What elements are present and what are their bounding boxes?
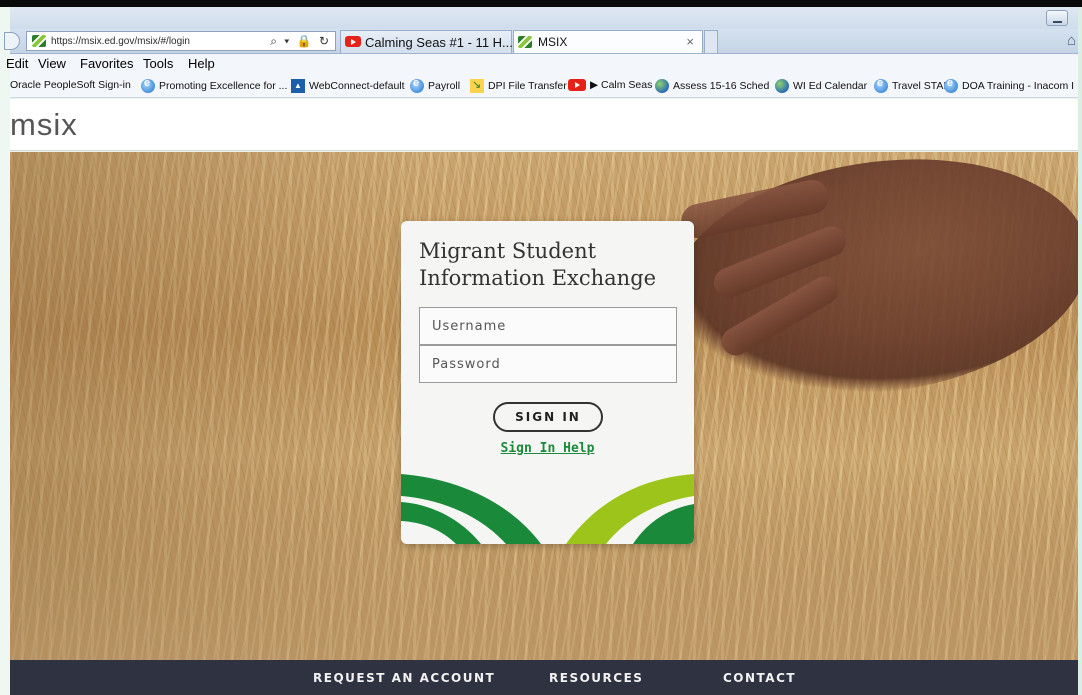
site-footer: REQUEST AN ACCOUNT RESOURCES CONTACT [10,660,1078,695]
password-field[interactable] [419,345,677,383]
username-field[interactable] [419,307,677,345]
tab-bar: https://msix.ed.gov/msix/#/login ⌕ ▾ 🔒 ↻… [4,29,1078,54]
favorite-label: Assess 15-16 Sched [673,80,770,92]
screen-right-edge [1078,7,1082,695]
favorite-label: Payroll [428,80,461,92]
dpi-icon [470,78,484,93]
home-icon[interactable]: ⌂ [1067,32,1076,49]
msix-favicon [518,36,532,48]
password-input[interactable] [420,346,676,382]
ie-icon [874,77,888,93]
favorite-label: ▶ Calm Seas [590,79,653,91]
globe-icon [775,79,789,93]
favorite-label: WebConnect-default [309,80,405,92]
username-input[interactable] [420,308,676,344]
favorite-label: DPI File Transfer [488,80,567,92]
youtube-icon [568,79,586,91]
favorite-item[interactable]: Promoting Excellence for ... [141,77,288,93]
address-bar-icons[interactable]: ⌕ ▾ 🔒 ↻ [270,34,331,49]
favorite-item[interactable]: WI Ed Calendar [775,79,867,93]
youtube-icon [345,36,361,47]
address-url: https://msix.ed.gov/msix/#/login [51,36,190,47]
contact-link[interactable]: CONTACT [723,671,796,685]
login-title: Migrant Student Information Exchange [419,239,657,290]
minimize-button[interactable] [1046,10,1068,26]
sign-in-button[interactable]: SIGN IN [493,402,603,432]
ie-icon [141,77,155,93]
menu-tools[interactable]: Tools [143,56,173,71]
kiosk-icon: ▲ [291,79,305,93]
screen-left-edge [0,7,10,695]
globe-icon [655,79,669,93]
favorite-label: WI Ed Calendar [793,80,868,92]
new-tab-button[interactable] [704,30,718,53]
menu-help[interactable]: Help [188,56,215,71]
login-card: Migrant Student Information Exchange SIG… [401,221,694,544]
favorite-item[interactable]: ▶ Calm Seas [568,79,652,91]
msix-arcs-graphic [401,474,694,544]
favorite-label: Travel STAR [892,80,951,92]
ie-icon [944,77,958,93]
back-button[interactable] [4,32,20,50]
address-bar[interactable]: https://msix.ed.gov/msix/#/login ⌕ ▾ 🔒 ↻ [26,31,336,51]
favorite-item[interactable]: Travel STAR [874,77,951,93]
menu-bar: Edit View Favorites Tools Help [6,54,1078,74]
request-account-link[interactable]: REQUEST AN ACCOUNT [313,671,495,685]
window-titlebar [10,7,1078,29]
msix-favicon [32,35,46,47]
msix-logo[interactable]: msix [10,107,78,143]
tab-msix[interactable]: MSIX × [513,30,703,53]
favorite-item[interactable]: ▲ WebConnect-default [291,79,405,93]
favorite-item[interactable]: Payroll [410,77,461,93]
menu-view[interactable]: View [38,56,66,71]
site-header: msix [10,99,1078,151]
favorite-item[interactable]: Oracle PeopleSoft Sign-in [10,79,131,91]
favorites-bar: Oracle PeopleSoft Sign-in Promoting Exce… [10,74,1078,98]
resources-link[interactable]: RESOURCES [549,671,643,685]
close-icon[interactable]: × [686,34,694,49]
favorite-item[interactable]: Assess 15-16 Sched [655,79,769,93]
favorite-item[interactable]: DPI File Transfer [470,78,567,93]
ie-icon [410,77,424,93]
favorite-item[interactable]: DOA Training - Inacom I [944,77,1075,93]
favorite-label: DOA Training - Inacom I [962,80,1075,92]
menu-favorites[interactable]: Favorites [80,56,133,71]
tab-calming-seas[interactable]: Calming Seas #1 - 11 H... [340,30,513,53]
menu-edit[interactable]: Edit [6,56,28,71]
tab-label: MSIX [538,35,568,49]
sign-in-help-link[interactable]: Sign In Help [401,441,694,456]
tab-label: Calming Seas #1 - 11 H... [365,35,513,50]
favorite-label: Promoting Excellence for ... [159,80,288,92]
screen-top-edge [0,0,1082,7]
favorite-label: Oracle PeopleSoft Sign-in [10,79,131,91]
